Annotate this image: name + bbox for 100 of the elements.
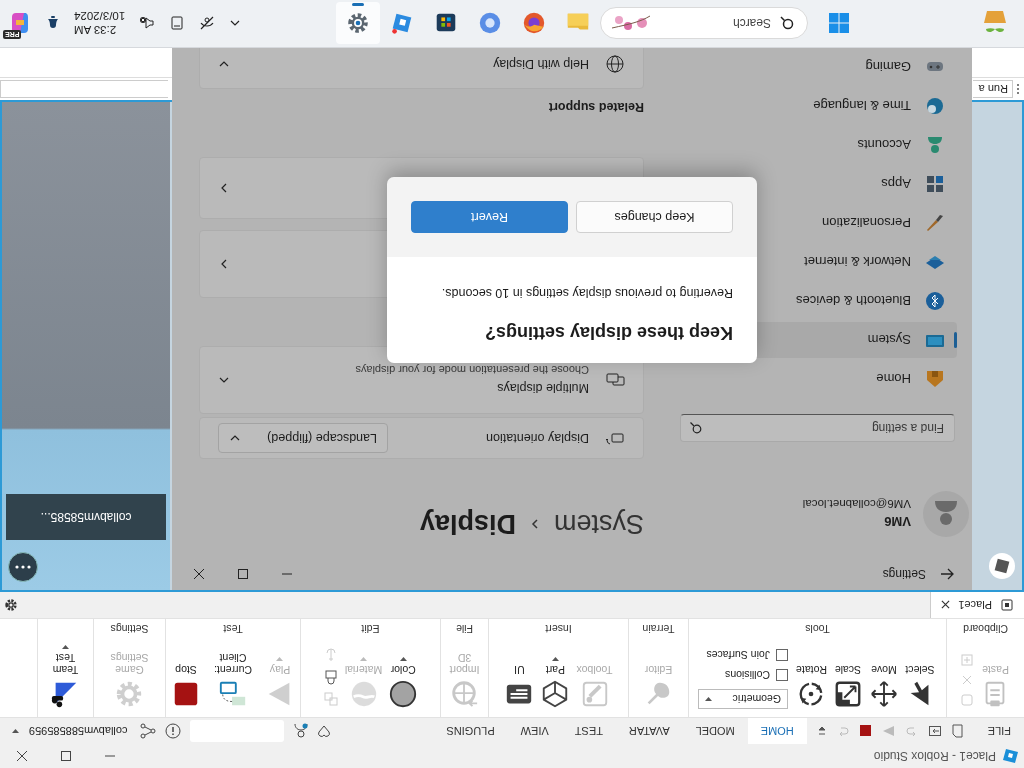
clock-time: 2:33 AM (74, 24, 117, 37)
menu-tab[interactable]: AVATAR (615, 718, 683, 744)
checkbox[interactable] (776, 649, 789, 661)
checkbox-label: Collisions (725, 669, 771, 681)
viewport-label: collabvm58585... (6, 494, 166, 540)
taskbar-search-field[interactable]: Search (600, 7, 808, 40)
ribbon-tool-button[interactable]: Select (902, 659, 937, 713)
stop-icon[interactable] (858, 724, 873, 738)
menu-tab[interactable]: MODEL (682, 718, 748, 744)
ribbon-tool-button[interactable]: Part (538, 652, 573, 713)
globe-icon (605, 54, 625, 74)
ribbon-group-label: Terrain (641, 622, 676, 635)
clock[interactable]: 2:33 AM 10/3/2024 (74, 10, 126, 37)
setting-description: Choose the presentation mode for your displays (354, 364, 589, 377)
ribbon-tool-button[interactable]: Team Test (41, 640, 90, 713)
menu-tab[interactable]: VIEW (507, 718, 562, 744)
document-tab-label: Place1 (958, 599, 992, 611)
window-title: Place1 - Roblox Studio (873, 749, 996, 763)
globe-import-icon (449, 679, 480, 709)
close-icon[interactable] (17, 751, 27, 761)
ribbon-group-label: Insert (544, 622, 573, 635)
info-icon[interactable] (165, 723, 182, 739)
ribbon-group-label: Test (222, 622, 244, 635)
ribbon-group-label: Tools (804, 622, 831, 635)
user-share-icon[interactable] (293, 723, 310, 739)
nav-item[interactable]: Accounts (681, 127, 957, 163)
ribbon-tool-button[interactable]: Scale (830, 659, 865, 713)
document-tab[interactable]: Place1 (930, 592, 1024, 618)
user-name: VM6 (883, 514, 911, 530)
breadcrumb-parent[interactable]: System (553, 508, 644, 540)
globe-clock-icon (925, 96, 945, 116)
dialog-button[interactable]: Keep changes (576, 201, 733, 233)
account-menu[interactable]: collabvm588585959 (8, 725, 132, 737)
device-icon[interactable] (169, 15, 186, 32)
dialog-message: Reverting to previous display settings in 10 seconds. (440, 286, 733, 300)
help-card[interactable]: Help with Display (199, 48, 644, 89)
close-icon[interactable] (194, 569, 204, 579)
speaker-muted-icon[interactable] (139, 15, 156, 32)
person-icon (925, 135, 945, 155)
ribbon-tool-button[interactable]: UI (502, 659, 537, 713)
menu-tab[interactable]: FILE (974, 718, 1024, 744)
ribbon-group-label: File (455, 622, 474, 635)
setting-title: Help with Display (492, 57, 589, 71)
ribbon-group-label: Settings (109, 622, 150, 635)
more-icon (15, 565, 31, 569)
ribbon-tool-button[interactable]: Current: Client (205, 647, 261, 713)
setting-title: Multiple displays (496, 381, 589, 396)
command-input[interactable]: Run a (973, 80, 1013, 98)
grip-icon[interactable] (1016, 83, 1020, 95)
share-icon[interactable] (140, 723, 157, 739)
settings-icon[interactable] (4, 598, 18, 612)
home-icon (925, 369, 945, 389)
more-button[interactable] (8, 552, 38, 582)
menu-tab[interactable]: HOME (747, 718, 807, 744)
bluetooth-icon (925, 291, 945, 311)
caret-icon (12, 729, 19, 733)
clock-date: 10/3/2024 (74, 10, 126, 23)
page-title: Display (419, 508, 516, 540)
close-icon[interactable] (941, 600, 951, 610)
search-icon (780, 16, 794, 31)
ribbon-tool-button[interactable]: Move (866, 659, 901, 713)
ribbon-tool-button[interactable]: Stop (169, 659, 203, 713)
nav-item[interactable]: Home (681, 361, 957, 397)
ribbon-tool-button[interactable]: Rotate (794, 659, 829, 713)
user-email: VM6@collabnet.local (802, 498, 911, 511)
checkbox[interactable] (776, 669, 789, 681)
maximize-icon[interactable] (61, 751, 71, 761)
ribbon-group-label: Edit (360, 622, 381, 635)
checkbox-label: Join Surfaces (706, 649, 771, 661)
taskbar-app-button[interactable] (336, 2, 380, 45)
heart-icon[interactable] (318, 725, 331, 737)
nav-item[interactable]: Time & language (681, 88, 957, 124)
section-heading: Related support (547, 100, 644, 114)
breadcrumb-chevron-icon (529, 518, 540, 530)
settings-search-field[interactable]: Find a setting (680, 414, 955, 442)
color-circle-icon (388, 679, 419, 709)
brush-icon (925, 213, 945, 233)
ribbon-tool-button[interactable]: Color (386, 652, 421, 713)
command-bar-field[interactable] (0, 80, 168, 98)
orientation-dropdown[interactable]: Landscape (flipped) (218, 423, 388, 453)
search-icon (690, 422, 702, 434)
dialog-button[interactable]: Revert (411, 201, 568, 233)
import-icon[interactable] (927, 724, 942, 738)
maximize-icon[interactable] (238, 569, 248, 579)
menu-tab[interactable]: PLUGINS (433, 718, 508, 744)
menu-tab[interactable]: TEST (561, 718, 616, 744)
move-arrows-icon (868, 679, 899, 709)
lock-icon[interactable] (322, 669, 339, 685)
collision-mode-dropdown[interactable]: Geometric (698, 689, 789, 709)
studio-logo-icon (1002, 748, 1018, 764)
windows-logo-icon (828, 12, 850, 35)
app-logo-icon (988, 552, 1016, 580)
place-icon (1000, 598, 1014, 612)
back-arrow-icon[interactable] (940, 568, 954, 580)
network-off-icon[interactable] (199, 15, 216, 32)
apps-grid-icon (925, 174, 945, 194)
nav-item[interactable]: Gaming (681, 49, 957, 85)
person-silhouette-icon (933, 501, 959, 527)
document-icon[interactable] (950, 724, 965, 738)
customize-caret-icon[interactable] (816, 724, 827, 738)
